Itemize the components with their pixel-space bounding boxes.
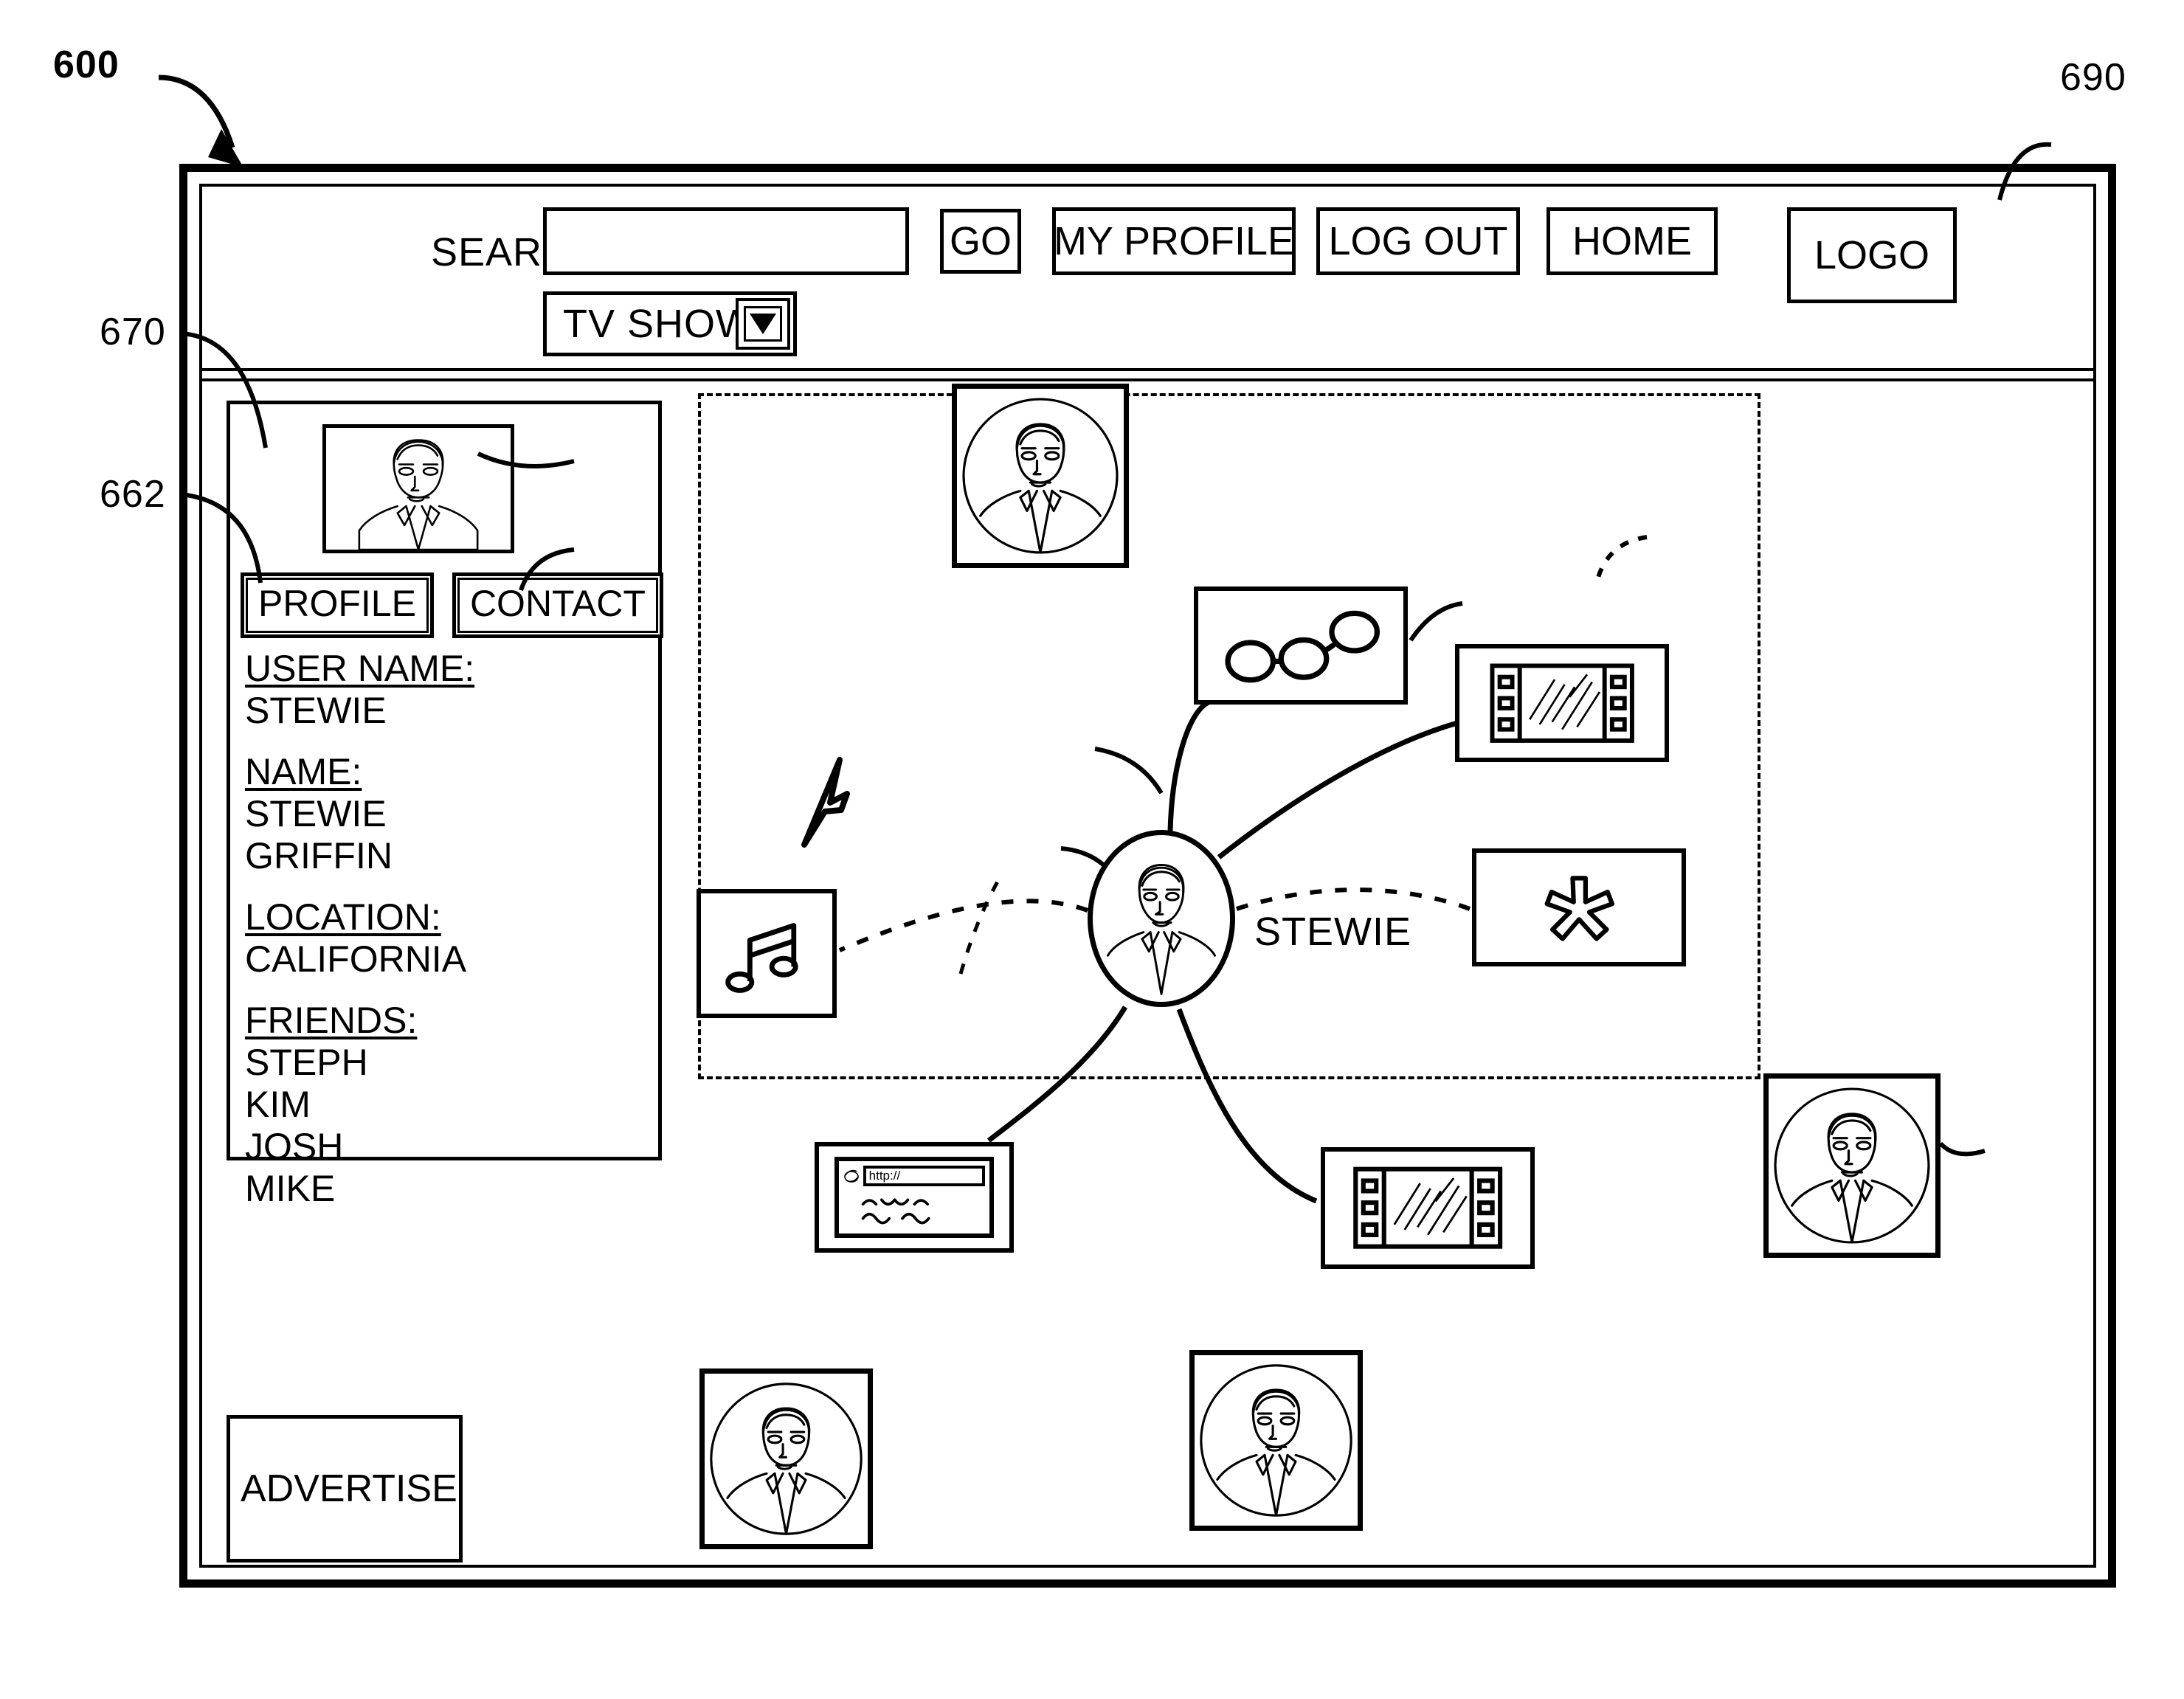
asterisk-icon [1544, 876, 1614, 941]
tab-profile[interactable]: PROFILE [241, 572, 434, 638]
ref-662: 662 [100, 473, 166, 516]
person-portrait-icon [358, 439, 479, 550]
text-lines-icon [861, 1198, 930, 1225]
person-circle-icon [962, 398, 1119, 554]
thumbnail-person-bottom-right[interactable] [1189, 1350, 1363, 1531]
advertise-banner[interactable]: ADVERTISE [227, 1415, 463, 1563]
field-value-location: CALIFORNIA [245, 938, 467, 980]
network-tile[interactable] [1194, 586, 1408, 705]
field-value-username: STEWIE [245, 690, 387, 731]
leader-600-arrowhead [208, 129, 243, 167]
home-button[interactable]: HOME [1547, 207, 1718, 275]
browser-tile[interactable]: http:// [815, 1142, 1014, 1253]
search-input[interactable] [543, 207, 909, 275]
browser-logo-icon [843, 1169, 859, 1183]
category-dropdown[interactable]: TV SHOW [543, 291, 797, 356]
go-button[interactable]: GO [940, 209, 1021, 274]
music-note-icon [725, 922, 799, 993]
field-label-friends: FRIENDS: [245, 1000, 418, 1041]
person-circle-icon [710, 1383, 863, 1535]
person-portrait-icon [1106, 863, 1217, 995]
ref-670: 670 [100, 311, 166, 353]
header-divider [202, 374, 2093, 381]
log-out-button[interactable]: LOG OUT [1316, 207, 1520, 275]
asterisk-tile[interactable] [1472, 848, 1686, 966]
chevron-down-icon[interactable] [736, 298, 790, 350]
leader-600 [158, 75, 235, 149]
browser-url-text: http:// [868, 1168, 901, 1183]
ref-690: 690 [2060, 56, 2126, 99]
field-value-friends: STEPH KIM JOSH MIKE [245, 1042, 368, 1209]
music-tile[interactable] [697, 889, 837, 1018]
center-node-label: STEWIE [1254, 910, 1412, 954]
profile-sidebar: PROFILE CONTACT USER NAME: STEWIE NAME: … [227, 401, 663, 1209]
my-profile-button[interactable]: MY PROFILE [1052, 207, 1296, 275]
film-strip-icon [1353, 1166, 1502, 1250]
network-nodes-icon [1224, 611, 1380, 683]
person-circle-icon [1774, 1087, 1930, 1244]
ref-600: 600 [53, 44, 120, 86]
film-strip-icon [1490, 663, 1634, 743]
thumbnail-person-right[interactable] [1763, 1073, 1941, 1258]
field-value-name: STEWIE GRIFFIN [245, 793, 393, 876]
profile-photo[interactable] [322, 424, 514, 553]
logo-box[interactable]: LOGO [1787, 207, 1957, 303]
category-value: TV SHOW [563, 302, 754, 346]
tab-profile-label: PROFILE [246, 578, 429, 633]
advertise-label: ADVERTISE [241, 1467, 457, 1510]
header-toolbar: SEARCH GO MY PROFILE LOG OUT HOME LOGO T… [202, 187, 2093, 371]
profile-tab-row: PROFILE CONTACT [241, 572, 663, 638]
profile-field-list: USER NAME: STEWIE NAME: STEWIE GRIFFIN L… [245, 648, 636, 1210]
field-label-username: USER NAME: [245, 648, 475, 689]
video-tile-bottom[interactable] [1321, 1147, 1535, 1269]
center-node-avatar[interactable] [1088, 830, 1235, 1007]
field-label-name: NAME: [245, 751, 362, 792]
tab-contact[interactable]: CONTACT [452, 572, 663, 638]
field-label-location: LOCATION: [245, 896, 441, 938]
person-circle-icon [1200, 1364, 1352, 1517]
thumbnail-person-bottom-left[interactable] [699, 1368, 873, 1549]
tab-contact-label: CONTACT [457, 578, 658, 633]
video-tile-top[interactable] [1455, 644, 1669, 762]
thumbnail-person-top[interactable] [952, 384, 1129, 568]
